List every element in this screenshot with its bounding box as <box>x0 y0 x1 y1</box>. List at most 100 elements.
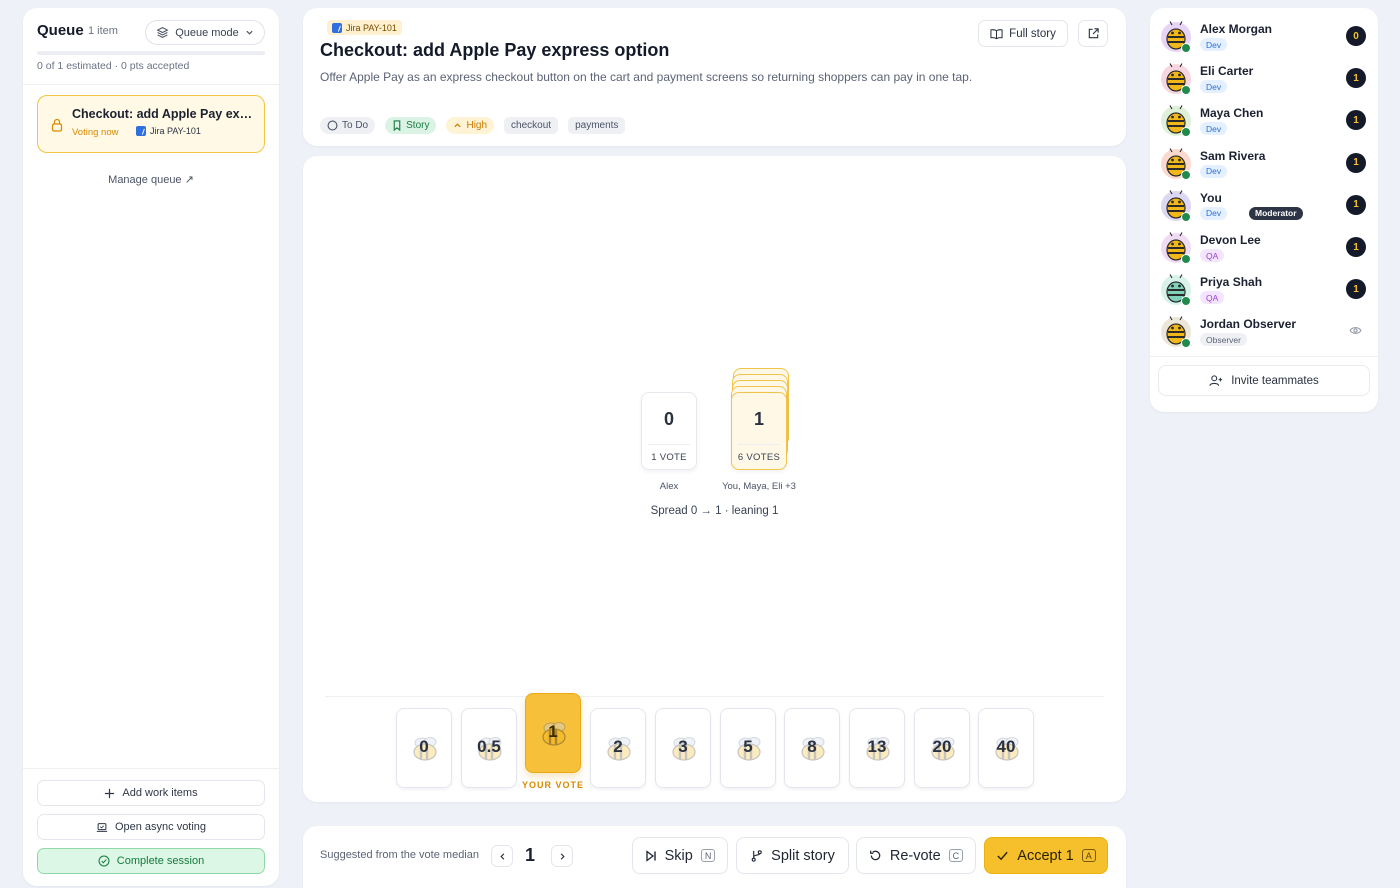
participant-role: Dev <box>1200 206 1228 220</box>
queue-mode-button[interactable]: Queue mode <box>145 20 265 45</box>
participant-name: Jordan Observer <box>1200 317 1297 332</box>
participant-row: Priya Shah QA 1 <box>1160 269 1368 311</box>
story-jira-badge[interactable]: Jira PAY-101 <box>327 20 402 35</box>
jira-icon <box>136 126 146 136</box>
queue-stats: 0 of 1 estimated · 0 pts accepted <box>37 60 190 72</box>
revote-button[interactable]: Re-vote C <box>856 837 976 874</box>
invite-teammates-label: Invite teammates <box>1231 374 1319 387</box>
vote-card[interactable]: 0.5 <box>461 708 517 788</box>
participant-role: QA <box>1200 291 1225 305</box>
participant-row: Sam Rivera Dev 1 <box>1160 143 1368 185</box>
vote-card[interactable]: 8 <box>784 708 840 788</box>
git-branch-icon <box>751 850 762 862</box>
result-voters: You, Maya, Eli +3 <box>722 481 796 492</box>
full-story-button[interactable]: Full story <box>978 20 1068 47</box>
participants-panel: Alex Morgan Dev 0 Eli Carter Dev 1 Maya Chen De… <box>1150 8 1378 412</box>
type-tag: Story <box>385 117 437 134</box>
participant-row: Alex Morgan Dev 0 <box>1160 16 1368 58</box>
participant-vote: 1 <box>1346 237 1366 257</box>
vote-card-value: 40 <box>996 737 1016 756</box>
participant-name: Maya Chen <box>1200 106 1264 121</box>
online-status-dot <box>1181 43 1191 53</box>
queue-count: 1 item <box>88 25 118 37</box>
queue-mode-label: Queue mode <box>175 26 239 39</box>
participant-vote: 0 <box>1346 26 1366 46</box>
full-story-label: Full story <box>1009 27 1056 40</box>
user-plus-icon <box>1209 375 1223 386</box>
result-value: 1 <box>753 409 764 429</box>
participant-vote: 1 <box>1346 194 1366 215</box>
online-status-dot <box>1181 169 1191 180</box>
participant-vote: 1 <box>1346 152 1366 173</box>
queue-item-jira-key: Jira PAY-101 <box>136 126 201 136</box>
vote-card[interactable]: 1 <box>525 693 581 773</box>
status-tag: To Do <box>320 117 376 134</box>
participant-name: Devon Lee <box>1200 233 1261 247</box>
add-work-items-button[interactable]: Add work items <box>37 780 265 806</box>
participant-name: Alex Morgan <box>1200 22 1273 36</box>
vote-card-value: 20 <box>932 737 952 756</box>
participant-vote: 1 <box>1346 68 1366 89</box>
participant-row: Jordan Observer Observer <box>1160 311 1368 353</box>
manage-queue-link[interactable]: Manage queue ↗ <box>23 173 279 186</box>
skip-button[interactable]: Skip N <box>632 837 728 874</box>
participant-role: Dev <box>1200 80 1228 94</box>
vote-card[interactable]: 2 <box>590 708 646 788</box>
laptop-icon <box>96 822 108 832</box>
suggestion-label: Suggested from the vote median <box>320 849 479 861</box>
your-vote-label: YOUR VOTE <box>521 780 584 790</box>
vote-card-value: 13 <box>867 737 887 756</box>
layers-icon <box>156 27 169 38</box>
story-title: Checkout: add Apple Pay express option <box>320 40 670 60</box>
status-tag-label: To Do <box>342 120 369 131</box>
result-value: 0 <box>663 409 674 429</box>
chevron-down-icon <box>246 30 253 35</box>
result-vote-count: 6 VOTES <box>737 452 781 463</box>
vote-card[interactable]: 5 <box>720 708 776 788</box>
moderator-badge: Moderator <box>1249 206 1303 220</box>
shortcut-key: C <box>948 849 964 862</box>
complete-session-button[interactable]: Complete session <box>37 848 265 874</box>
chevron-up-icon <box>454 123 462 128</box>
vote-card[interactable]: 40 <box>978 708 1034 788</box>
participant-row: Eli Carter Dev 1 <box>1160 58 1368 100</box>
vote-card[interactable]: 0 <box>396 708 452 788</box>
story-jira-key: Jira PAY-101 <box>346 22 397 33</box>
chevron-left-icon <box>499 852 504 860</box>
vote-card[interactable]: 3 <box>655 708 711 788</box>
external-link-icon <box>1088 28 1099 39</box>
participant-row: You Dev Moderator 1 <box>1160 185 1368 227</box>
participant-name: Eli Carter <box>1200 64 1254 79</box>
invite-teammates-button[interactable]: Invite teammates <box>1158 365 1370 396</box>
split-story-button[interactable]: Split story <box>736 837 849 874</box>
divider <box>738 444 780 445</box>
vote-card[interactable]: 13 <box>849 708 905 788</box>
increment-button[interactable] <box>551 845 573 867</box>
accept-button[interactable]: Accept 1 A <box>984 837 1108 874</box>
open-async-voting-button[interactable]: Open async voting <box>37 814 265 840</box>
participant-vote: 1 <box>1346 279 1366 300</box>
skip-forward-icon <box>645 849 656 862</box>
queue-item-current[interactable]: Checkout: add Apple Pay express option V… <box>37 95 265 153</box>
open-external-button[interactable] <box>1078 20 1108 47</box>
rotate-ccw-icon <box>869 850 881 861</box>
participant-name: Sam Rivera <box>1200 148 1266 163</box>
type-tag-label: Story <box>406 120 430 131</box>
participant-name: Priya Shah <box>1200 275 1263 290</box>
accept-label: Accept 1 <box>1017 847 1074 864</box>
vote-card-value: 0.5 <box>477 737 501 756</box>
circle-icon <box>327 120 338 131</box>
participant-role: Dev <box>1200 164 1228 178</box>
check-icon <box>997 851 1008 861</box>
vote-card[interactable]: 20 <box>914 708 970 788</box>
chevron-right-icon <box>560 852 565 860</box>
decrement-button[interactable] <box>491 845 513 867</box>
result-voters: Alex <box>659 481 679 492</box>
suggested-value: 1 <box>525 845 536 865</box>
story-tags: To Do Story High checkout payments <box>320 117 626 134</box>
split-story-label: Split story <box>771 847 835 864</box>
label-tag: checkout <box>504 117 559 134</box>
revote-label: Re-vote <box>889 847 941 864</box>
shortcut-key: N <box>700 849 716 862</box>
shortcut-key: A <box>1081 849 1096 862</box>
